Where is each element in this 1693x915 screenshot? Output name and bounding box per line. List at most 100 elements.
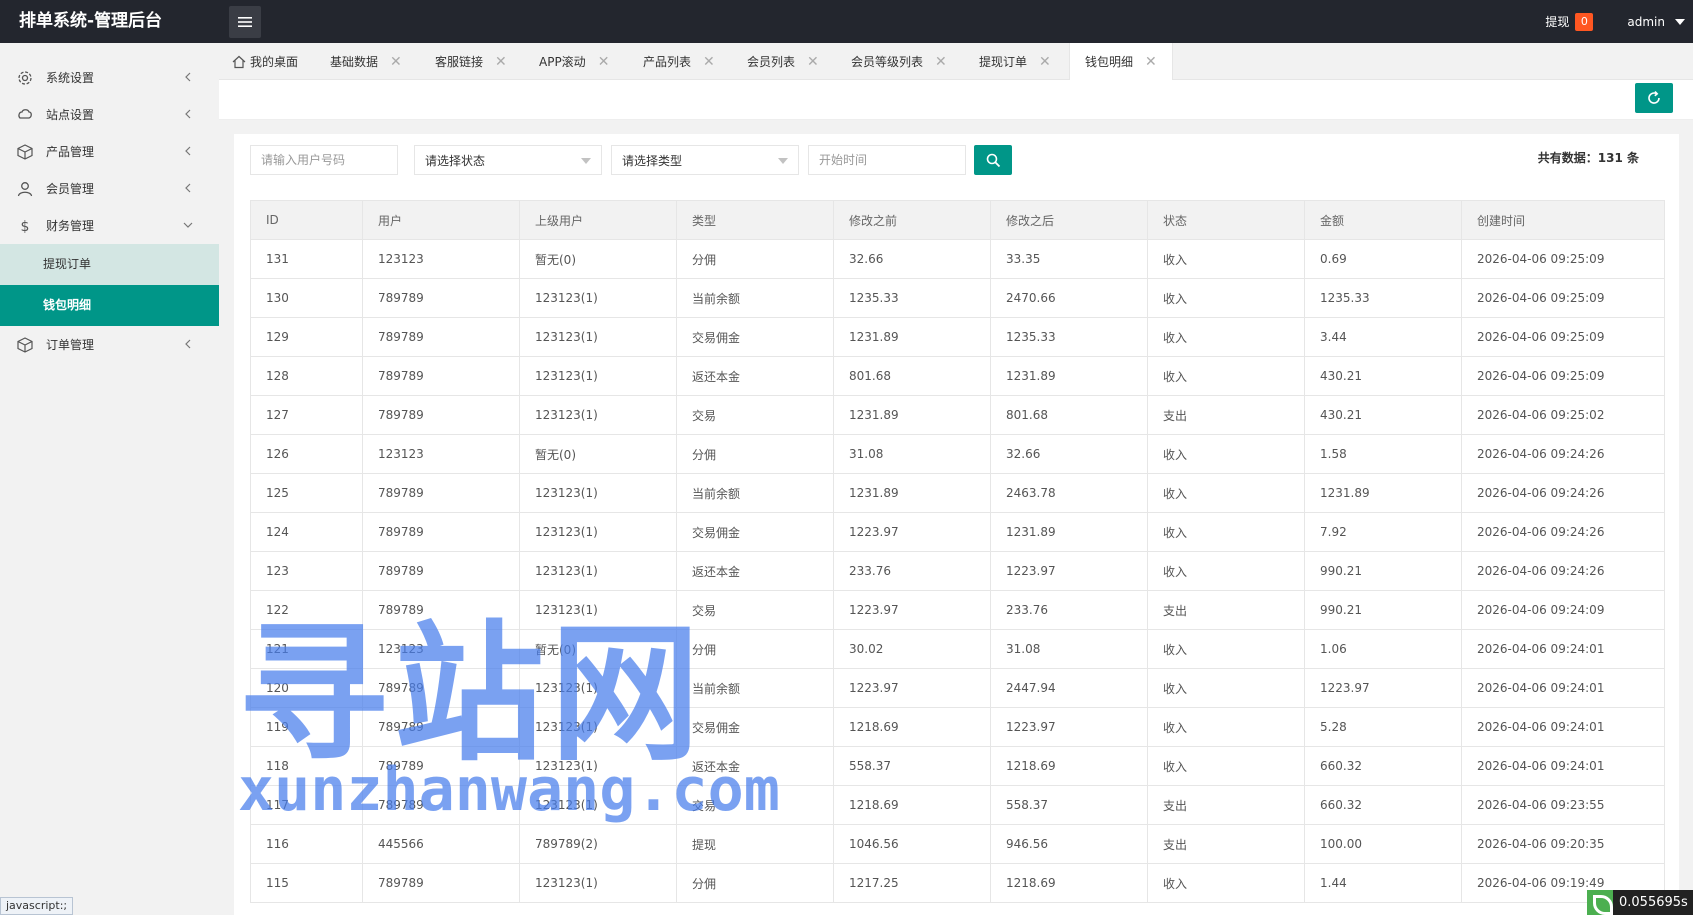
close-icon[interactable]: ✕ — [495, 54, 507, 70]
caret-down-icon — [778, 158, 788, 164]
type-select-value: 请选择类型 — [622, 153, 683, 168]
status-select[interactable]: 请选择状态 — [414, 145, 602, 175]
content-card: 请选择状态 请选择类型 共有数据：131 条 ID 用户 上级用户 类型 — [234, 134, 1679, 915]
table-cell: 2026-04-06 09:24:26 — [1461, 512, 1665, 552]
table-cell: 1223.97 — [833, 590, 991, 630]
tab-label: 钱包明细 — [1085, 55, 1134, 69]
sidebar-item-label: 站点设置 — [46, 108, 95, 122]
start-time-input[interactable] — [808, 145, 966, 175]
box-icon — [17, 337, 33, 353]
close-icon[interactable]: ✕ — [1145, 54, 1157, 70]
table-cell: 1.06 — [1304, 629, 1462, 669]
close-icon[interactable]: ✕ — [807, 54, 819, 70]
table-cell: 119 — [250, 707, 363, 747]
menu-toggle-button[interactable] — [229, 6, 261, 38]
tab-wallet-details[interactable]: 钱包明细 ✕ — [1069, 43, 1173, 80]
table-cell: 120 — [250, 668, 363, 708]
sidebar-subitem-wallet-details[interactable]: 钱包明细 — [0, 285, 219, 326]
sidebar-item-finance-management[interactable]: $ 财务管理 — [0, 207, 219, 244]
table-cell: 789789 — [362, 473, 520, 513]
tab-service-link[interactable]: 客服链接 ✕ — [435, 43, 507, 80]
table-row: 123 789789 123123(1) 返还本金 233.76 1223.97 收入 990… — [250, 551, 1665, 591]
sidebar-item-order-management[interactable]: 订单管理 — [0, 326, 219, 363]
close-icon[interactable]: ✕ — [935, 54, 947, 70]
table-cell: 1223.97 — [833, 668, 991, 708]
header-withdraw-link[interactable]: 提现 — [1545, 13, 1569, 30]
timer-value: 0.055695s — [1619, 895, 1688, 910]
table-cell: 0.69 — [1304, 239, 1462, 279]
table-cell: 123123(1) — [519, 863, 677, 903]
user-menu[interactable]: admin — [1627, 15, 1665, 29]
wallet-table: ID 用户 上级用户 类型 修改之前 修改之后 状态 金额 创建时间 131 12… — [250, 200, 1665, 903]
table-cell: 990.21 — [1304, 590, 1462, 630]
table-cell: 收入 — [1147, 239, 1305, 279]
table-cell: 收入 — [1147, 356, 1305, 396]
svg-text:$: $ — [21, 219, 30, 234]
column-header: 状态 — [1147, 200, 1305, 240]
close-icon[interactable]: ✕ — [598, 54, 610, 70]
chevron-left-icon — [185, 146, 191, 156]
home-icon — [232, 55, 246, 68]
app-title: 排单系统-管理后台 — [19, 11, 163, 31]
table-cell: 2026-04-06 09:23:55 — [1461, 785, 1665, 825]
caret-down-icon[interactable] — [1675, 18, 1685, 25]
table-cell: 1235.33 — [990, 317, 1148, 357]
table-cell: 660.32 — [1304, 746, 1462, 786]
sidebar-item-system-settings[interactable]: 系统设置 — [0, 59, 219, 96]
table-cell: 789789 — [362, 512, 520, 552]
table-cell: 121 — [250, 629, 363, 669]
chevron-left-icon — [185, 109, 191, 119]
close-icon[interactable]: ✕ — [390, 54, 402, 70]
tab-label: 产品列表 — [643, 55, 692, 69]
table-cell: 789789(2) — [519, 824, 677, 864]
column-header: 金额 — [1304, 200, 1462, 240]
table-cell: 1.44 — [1304, 863, 1462, 903]
table-cell: 1231.89 — [1304, 473, 1462, 513]
tab-member-level-list[interactable]: 会员等级列表 ✕ — [851, 43, 947, 80]
tab-product-list[interactable]: 产品列表 ✕ — [643, 43, 715, 80]
tab-my-desktop[interactable]: 我的桌面 — [232, 43, 298, 80]
table-cell: 1218.69 — [833, 785, 991, 825]
table-cell: 127 — [250, 395, 363, 435]
user-number-input[interactable] — [250, 145, 398, 175]
table-cell: 2026-04-06 09:24:01 — [1461, 629, 1665, 669]
tab-label: 会员列表 — [747, 55, 796, 69]
close-icon[interactable]: ✕ — [703, 54, 715, 70]
table-cell: 交易 — [676, 590, 834, 630]
table-cell: 1217.25 — [833, 863, 991, 903]
sidebar-item-member-management[interactable]: 会员管理 — [0, 170, 219, 207]
table-cell: 1223.97 — [990, 707, 1148, 747]
table-cell: 123123 — [362, 239, 520, 279]
site-icon — [18, 109, 32, 119]
search-button[interactable] — [974, 145, 1012, 175]
table-cell: 收入 — [1147, 551, 1305, 591]
table-cell: 123123 — [362, 434, 520, 474]
table-cell: 1218.69 — [990, 863, 1148, 903]
table-cell: 2026-04-06 09:20:35 — [1461, 824, 1665, 864]
sidebar-subitem-withdraw-orders[interactable]: 提现订单 — [0, 244, 219, 285]
tab-app-scroll[interactable]: APP滚动 ✕ — [539, 43, 609, 80]
sidebar-item-product-management[interactable]: 产品管理 — [0, 133, 219, 170]
debug-timer: 0.055695s — [1587, 890, 1693, 915]
table-cell: 支出 — [1147, 785, 1305, 825]
sidebar-item-label: 订单管理 — [46, 338, 95, 352]
table-cell: 123123(1) — [519, 317, 677, 357]
type-select[interactable]: 请选择类型 — [611, 145, 799, 175]
total-value: 131 — [1597, 151, 1623, 165]
table-header-row: ID 用户 上级用户 类型 修改之前 修改之后 状态 金额 创建时间 — [250, 200, 1665, 240]
table-cell: 暂无(0) — [519, 239, 677, 279]
table-cell: 801.68 — [833, 356, 991, 396]
table-cell: 2026-04-06 09:24:26 — [1461, 551, 1665, 591]
table-cell: 1223.97 — [990, 551, 1148, 591]
close-icon[interactable]: ✕ — [1039, 54, 1051, 70]
tab-member-list[interactable]: 会员列表 ✕ — [747, 43, 819, 80]
tab-basic-data[interactable]: 基础数据 ✕ — [330, 43, 402, 80]
top-header: 排单系统-管理后台 提现 0 admin — [0, 0, 1693, 43]
table-cell: 1223.97 — [1304, 668, 1462, 708]
table-row: 120 789789 123123(1) 当前余额 1223.97 2447.94 收入 12… — [250, 668, 1665, 708]
table-cell: 分佣 — [676, 863, 834, 903]
refresh-button[interactable] — [1635, 83, 1673, 113]
sidebar-item-site-settings[interactable]: 站点设置 — [0, 96, 219, 133]
table-cell: 2470.66 — [990, 278, 1148, 318]
tab-withdraw-orders[interactable]: 提现订单 ✕ — [979, 43, 1051, 80]
